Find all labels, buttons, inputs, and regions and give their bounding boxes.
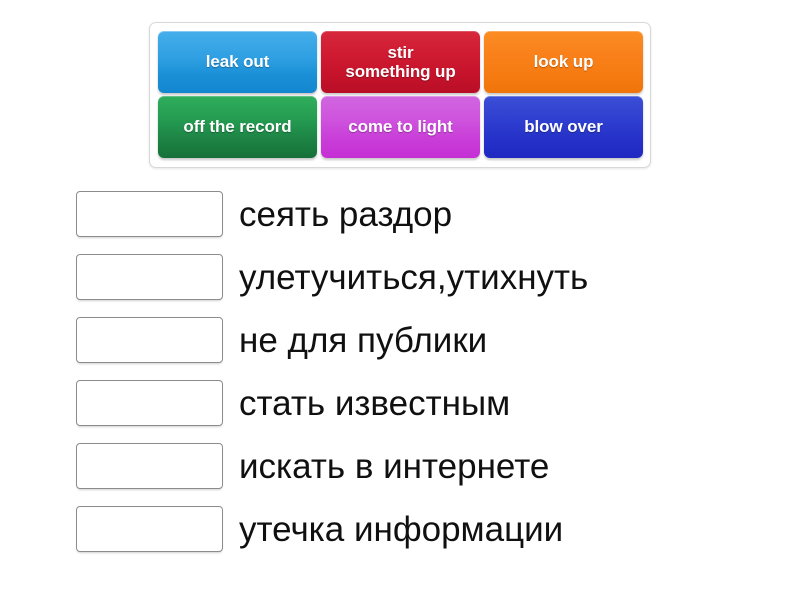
phrase-tile-label: off the record: [183, 117, 292, 137]
drop-zone[interactable]: [76, 443, 223, 489]
phrase-tile[interactable]: stir something up: [321, 31, 480, 93]
phrase-tile-label: blow over: [524, 117, 603, 137]
phrase-tile-label: look up: [533, 52, 594, 72]
phrase-tile[interactable]: off the record: [158, 96, 317, 158]
drop-zone[interactable]: [76, 317, 223, 363]
answer-row: улетучиться,утихнуть: [76, 253, 776, 301]
drop-zone[interactable]: [76, 380, 223, 426]
phrase-tile[interactable]: leak out: [158, 31, 317, 93]
phrase-tile-label: come to light: [348, 117, 453, 137]
phrase-tile-label: stir something up: [345, 42, 456, 81]
phrase-tile[interactable]: look up: [484, 31, 643, 93]
answer-row: утечка информации: [76, 505, 776, 553]
answer-translation-text: утечка информации: [239, 509, 564, 549]
answer-row: сеять раздор: [76, 190, 776, 238]
answer-translation-text: искать в интернете: [239, 446, 550, 486]
answer-row: стать известным: [76, 379, 776, 427]
answer-translation-text: улетучиться,утихнуть: [239, 257, 589, 297]
phrase-tile[interactable]: blow over: [484, 96, 643, 158]
answer-translation-text: стать известным: [239, 383, 511, 423]
drop-zone[interactable]: [76, 191, 223, 237]
answer-row: искать в интернете: [76, 442, 776, 490]
answer-translation-text: сеять раздор: [239, 194, 453, 234]
phrase-tile-tray: leak out stir something up look up off the …: [149, 22, 651, 168]
drop-zone[interactable]: [76, 506, 223, 552]
phrase-tile-label: leak out: [205, 52, 270, 72]
phrase-tile-grid: leak out stir something up look up off the …: [158, 31, 644, 158]
answer-row: не для публики: [76, 316, 776, 364]
answer-list: сеять раздор улетучиться,утихнуть не для п…: [76, 190, 776, 568]
drop-zone[interactable]: [76, 254, 223, 300]
answer-translation-text: не для публики: [239, 320, 488, 360]
phrase-tile[interactable]: come to light: [321, 96, 480, 158]
